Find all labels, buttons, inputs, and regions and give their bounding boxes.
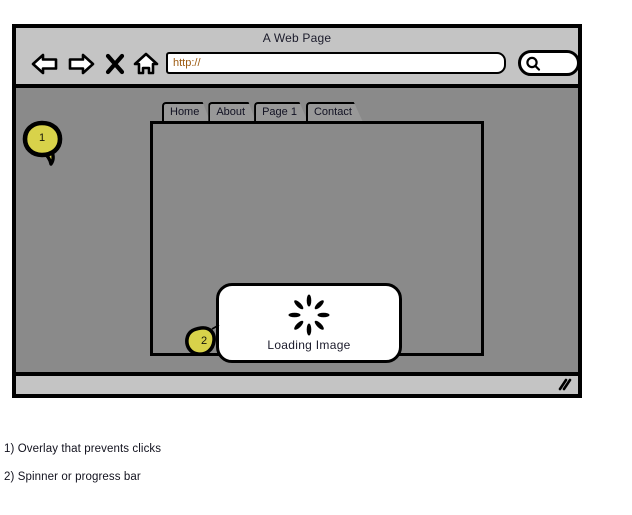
- back-arrow-icon[interactable]: [30, 50, 60, 78]
- stop-x-icon[interactable]: [104, 50, 126, 78]
- home-house-icon[interactable]: [132, 50, 160, 78]
- window-title: A Web Page: [262, 31, 332, 45]
- browser-window: A Web Page http:// Home About Page 1 Con…: [12, 24, 582, 398]
- search-icon: [524, 55, 542, 78]
- annotation-marker-number: 2: [200, 335, 208, 347]
- annotation-marker-number: 1: [38, 132, 46, 144]
- status-bar: [16, 372, 578, 394]
- annotation-marker-1: 1: [20, 120, 72, 168]
- browser-toolbar: http://: [16, 48, 580, 84]
- loading-label: Loading Image: [267, 338, 351, 352]
- browser-chrome: A Web Page http://: [16, 28, 580, 88]
- caption-spinner: 2) Spinner or progress bar: [4, 471, 141, 483]
- url-input-value: http://: [173, 57, 201, 69]
- spinner-icon: [288, 294, 330, 336]
- page-viewport: Home About Page 1 Contact Loading Image …: [16, 88, 578, 372]
- forward-arrow-icon[interactable]: [66, 50, 96, 78]
- loading-dialog: Loading Image: [216, 283, 402, 363]
- search-button[interactable]: [518, 50, 580, 76]
- caption-list: 1) Overlay that prevents clicks 2) Spinn…: [4, 443, 404, 499]
- caption-overlay: 1) Overlay that prevents clicks: [4, 443, 162, 455]
- annotation-marker-2: 2: [185, 324, 223, 361]
- url-input[interactable]: http://: [166, 52, 506, 74]
- resize-grip-icon[interactable]: [556, 378, 572, 392]
